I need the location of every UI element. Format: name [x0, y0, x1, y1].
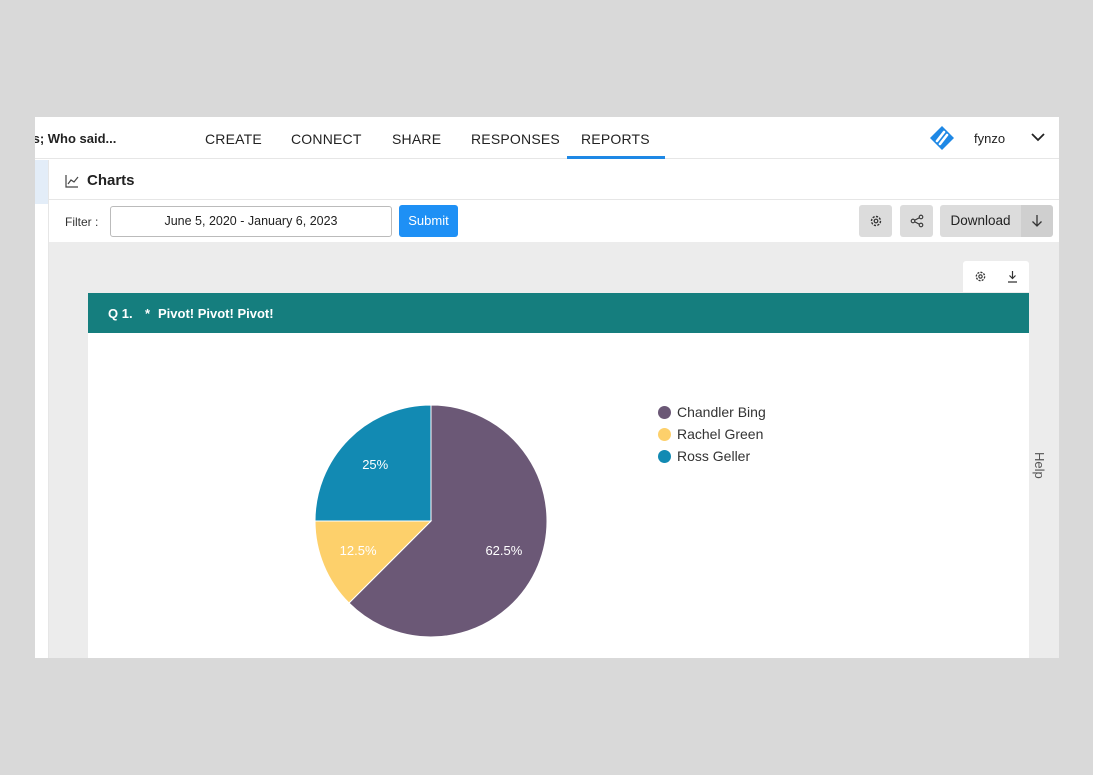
report-content: Q 1. * Pivot! Pivot! Pivot! 62.5% 12.5% 25…: [49, 242, 1059, 658]
sidebar-collapsed[interactable]: [35, 160, 48, 204]
arrow-down-icon: [1032, 215, 1042, 227]
download-button[interactable]: Download: [940, 205, 1021, 237]
legend-label: Ross Geller: [677, 448, 751, 464]
pie-chart: 62.5% 12.5% 25%: [314, 404, 548, 638]
chart-settings-button[interactable]: [859, 205, 892, 237]
submit-button[interactable]: Submit: [399, 205, 458, 237]
fynzo-logo-icon[interactable]: [929, 125, 955, 151]
chevron-down-icon[interactable]: [1030, 129, 1046, 145]
question-header: Q 1. * Pivot! Pivot! Pivot!: [88, 293, 1029, 333]
date-range-input[interactable]: June 5, 2020 - January 6, 2023: [110, 206, 392, 237]
required-marker: *: [145, 306, 151, 321]
pie-label-ross-geller: 25%: [362, 457, 388, 472]
gear-icon: [870, 215, 881, 227]
share-icon: [910, 214, 923, 228]
tab-responses[interactable]: RESPONSES: [471, 131, 560, 147]
line-chart-icon: [65, 175, 79, 188]
legend-swatch: [658, 428, 671, 441]
tab-connect[interactable]: CONNECT: [291, 131, 362, 147]
legend-label: Rachel Green: [677, 426, 764, 442]
user-name[interactable]: fynzo: [974, 131, 1005, 146]
legend-item-rachel-green[interactable]: Rachel Green: [658, 425, 766, 447]
card-toolbar: [963, 261, 1029, 292]
legend-item-chandler-bing[interactable]: Chandler Bing: [658, 403, 766, 425]
tab-create[interactable]: CREATE: [205, 131, 262, 147]
legend-label: Chandler Bing: [677, 404, 766, 420]
share-button[interactable]: [900, 205, 933, 237]
question-card: Q 1. * Pivot! Pivot! Pivot! 62.5% 12.5% 25…: [88, 293, 1029, 658]
legend-item-ross-geller[interactable]: Ross Geller: [658, 447, 766, 469]
filter-bar: Filter : June 5, 2020 - January 6, 2023 …: [49, 201, 1059, 241]
top-navigation: ls; Who said... CREATE CONNECT SHARE RES…: [35, 117, 1059, 159]
app-window: ls; Who said... CREATE CONNECT SHARE RES…: [35, 117, 1059, 658]
filter-label: Filter :: [65, 215, 99, 229]
download-dropdown-button[interactable]: [1021, 205, 1053, 237]
download-icon[interactable]: [1007, 270, 1018, 283]
pie-label-rachel-green: 12.5%: [340, 543, 377, 558]
help-tab[interactable]: Help: [1032, 452, 1047, 479]
tab-share[interactable]: SHARE: [392, 131, 441, 147]
legend-swatch: [658, 406, 671, 419]
legend-swatch: [658, 450, 671, 463]
question-text: Pivot! Pivot! Pivot!: [158, 306, 274, 321]
chart-legend: Chandler Bing Rachel Green Ross Geller: [658, 403, 766, 469]
charts-header: Charts: [49, 160, 1059, 200]
question-number: Q 1.: [108, 306, 133, 321]
survey-title[interactable]: ls; Who said...: [35, 131, 116, 146]
gear-icon[interactable]: [974, 270, 987, 283]
pie-label-chandler-bing: 62.5%: [485, 543, 522, 558]
page-title: Charts: [87, 172, 135, 189]
tab-reports[interactable]: REPORTS: [567, 131, 665, 159]
